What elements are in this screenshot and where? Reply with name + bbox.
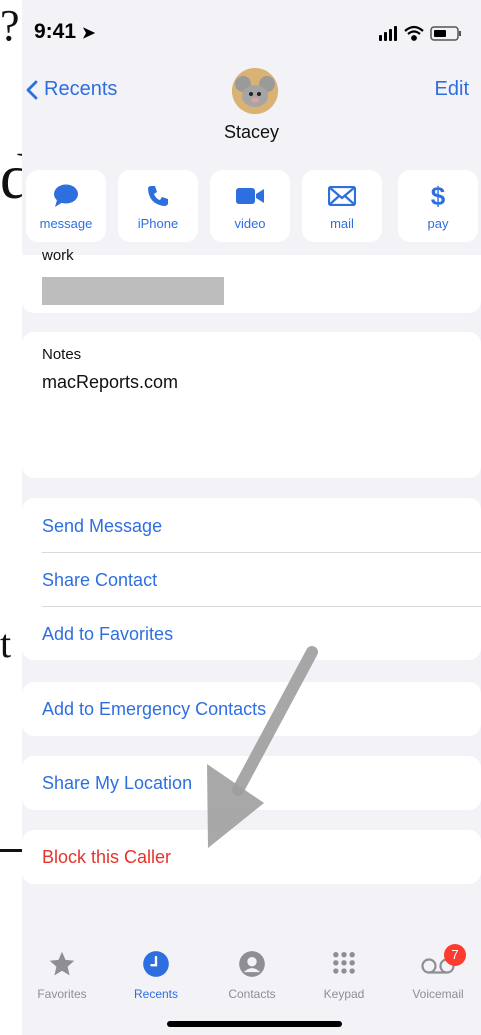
home-indicator: [167, 1021, 342, 1027]
background-glyph-1: ?: [0, 1, 20, 50]
voicemail-badge: 7: [444, 944, 466, 966]
annotation-arrow: [207, 646, 318, 848]
tab-favorites[interactable]: Favorites: [22, 950, 102, 1001]
person-circle-icon: [239, 951, 265, 977]
tab-contacts[interactable]: Contacts: [212, 950, 292, 1001]
tab-voicemail[interactable]: 7 Voicemail: [398, 944, 478, 1001]
tab-recents[interactable]: Recents: [116, 950, 196, 1001]
star-icon: [49, 951, 75, 976]
background-glyph-3: t: [0, 621, 12, 666]
clock-icon: [143, 951, 169, 977]
pointer-arrow-icon: [207, 646, 318, 848]
background-rule: [0, 849, 22, 852]
keypad-icon: [333, 951, 355, 974]
phone-screen: 9:41 ➤ Recents Stacey Edit message iPhon…: [22, 0, 481, 1035]
tab-keypad[interactable]: Keypad: [304, 950, 384, 1001]
